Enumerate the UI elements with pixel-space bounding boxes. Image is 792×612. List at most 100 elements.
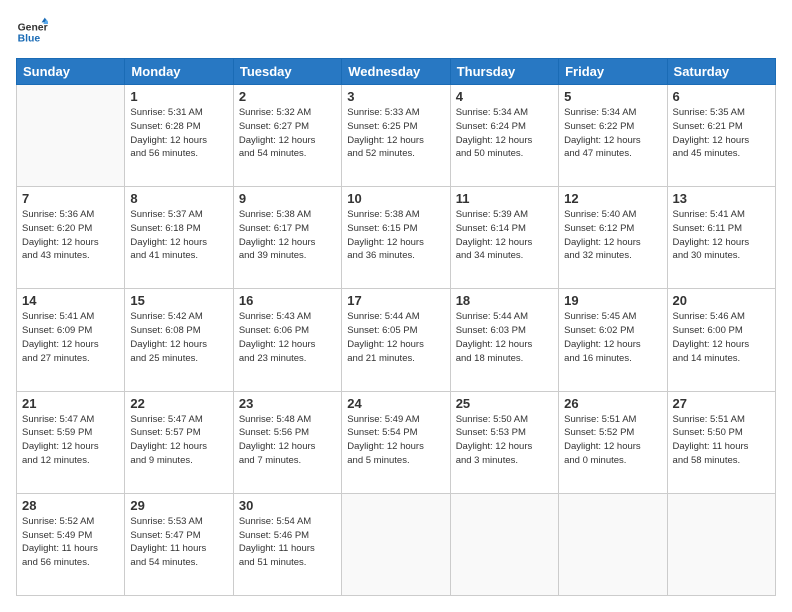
calendar-cell: 18Sunrise: 5:44 AM Sunset: 6:03 PM Dayli…	[450, 289, 558, 391]
calendar-cell: 5 Sunrise: 5:34 AM Sunset: 6:22 PM Daylig…	[559, 85, 667, 187]
day-info: Sunrise: 5:31 AM Sunset: 6:28 PM Dayligh…	[130, 106, 227, 161]
calendar-cell: 8Sunrise: 5:37 AM Sunset: 6:18 PM Daylig…	[125, 187, 233, 289]
day-info: Sunrise: 5:51 AM Sunset: 5:50 PM Dayligh…	[673, 413, 770, 468]
calendar-cell	[559, 493, 667, 595]
day-info: Sunrise: 5:34 AM Sunset: 6:24 PM Dayligh…	[456, 106, 553, 161]
day-number: 12	[564, 191, 661, 206]
calendar-cell: 10Sunrise: 5:38 AM Sunset: 6:15 PM Dayli…	[342, 187, 450, 289]
day-number: 8	[130, 191, 227, 206]
day-info: Sunrise: 5:42 AM Sunset: 6:08 PM Dayligh…	[130, 310, 227, 365]
calendar-cell: 22 Sunrise: 5:47 AM Sunset: 5:57 PM Dayli…	[125, 391, 233, 493]
day-info: Sunrise: 5:39 AM Sunset: 6:14 PM Dayligh…	[456, 208, 553, 263]
calendar-cell	[450, 493, 558, 595]
day-info: Sunrise: 5:48 AM Sunset: 5:56 PM Dayligh…	[239, 413, 336, 468]
calendar-cell: 13 Sunrise: 5:41 AM Sunset: 6:11 PM Dayli…	[667, 187, 775, 289]
day-number: 23	[239, 396, 336, 411]
calendar-cell: 2 Sunrise: 5:32 AM Sunset: 6:27 PM Daylig…	[233, 85, 341, 187]
calendar-cell: 30 Sunrise: 5:54 AM Sunset: 5:46 PM Dayli…	[233, 493, 341, 595]
svg-text:Blue: Blue	[18, 34, 41, 45]
calendar-cell: 27 Sunrise: 5:51 AM Sunset: 5:50 PM Dayli…	[667, 391, 775, 493]
calendar-cell: 28 Sunrise: 5:52 AM Sunset: 5:49 PM Dayli…	[17, 493, 125, 595]
day-info: Sunrise: 5:38 AM Sunset: 6:17 PM Dayligh…	[239, 208, 336, 263]
day-number: 20	[673, 293, 770, 308]
day-number: 30	[239, 498, 336, 513]
day-info: Sunrise: 5:38 AM Sunset: 6:15 PM Dayligh…	[347, 208, 444, 263]
day-number: 6	[673, 89, 770, 104]
column-header-wednesday: Wednesday	[342, 59, 450, 85]
logo-icon: General Blue	[16, 16, 48, 48]
calendar-cell: 14 Sunrise: 5:41 AM Sunset: 6:09 PM Dayli…	[17, 289, 125, 391]
column-header-thursday: Thursday	[450, 59, 558, 85]
calendar-cell: 29Sunrise: 5:53 AM Sunset: 5:47 PM Dayli…	[125, 493, 233, 595]
day-number: 5	[564, 89, 661, 104]
calendar-week-2: 7 Sunrise: 5:36 AM Sunset: 6:20 PM Daylig…	[17, 187, 776, 289]
day-info: Sunrise: 5:46 AM Sunset: 6:00 PM Dayligh…	[673, 310, 770, 365]
day-number: 21	[22, 396, 119, 411]
calendar-cell: 11 Sunrise: 5:39 AM Sunset: 6:14 PM Dayli…	[450, 187, 558, 289]
calendar-cell: 1Sunrise: 5:31 AM Sunset: 6:28 PM Daylig…	[125, 85, 233, 187]
day-info: Sunrise: 5:40 AM Sunset: 6:12 PM Dayligh…	[564, 208, 661, 263]
calendar-cell: 20 Sunrise: 5:46 AM Sunset: 6:00 PM Dayli…	[667, 289, 775, 391]
day-number: 22	[130, 396, 227, 411]
calendar-cell: 17 Sunrise: 5:44 AM Sunset: 6:05 PM Dayli…	[342, 289, 450, 391]
day-number: 3	[347, 89, 444, 104]
calendar-cell	[342, 493, 450, 595]
day-number: 4	[456, 89, 553, 104]
calendar-cell: 26Sunrise: 5:51 AM Sunset: 5:52 PM Dayli…	[559, 391, 667, 493]
day-info: Sunrise: 5:41 AM Sunset: 6:09 PM Dayligh…	[22, 310, 119, 365]
day-number: 14	[22, 293, 119, 308]
day-info: Sunrise: 5:41 AM Sunset: 6:11 PM Dayligh…	[673, 208, 770, 263]
day-number: 28	[22, 498, 119, 513]
calendar-cell	[667, 493, 775, 595]
calendar-cell: 24 Sunrise: 5:49 AM Sunset: 5:54 PM Dayli…	[342, 391, 450, 493]
day-number: 27	[673, 396, 770, 411]
day-info: Sunrise: 5:34 AM Sunset: 6:22 PM Dayligh…	[564, 106, 661, 161]
svg-text:General: General	[18, 22, 48, 33]
calendar-cell: 6 Sunrise: 5:35 AM Sunset: 6:21 PM Daylig…	[667, 85, 775, 187]
day-info: Sunrise: 5:47 AM Sunset: 5:57 PM Dayligh…	[130, 413, 227, 468]
day-number: 15	[130, 293, 227, 308]
day-number: 24	[347, 396, 444, 411]
calendar-cell: 4 Sunrise: 5:34 AM Sunset: 6:24 PM Daylig…	[450, 85, 558, 187]
day-number: 25	[456, 396, 553, 411]
calendar-cell: 7 Sunrise: 5:36 AM Sunset: 6:20 PM Daylig…	[17, 187, 125, 289]
calendar-cell: 16 Sunrise: 5:43 AM Sunset: 6:06 PM Dayli…	[233, 289, 341, 391]
calendar-cell: 9 Sunrise: 5:38 AM Sunset: 6:17 PM Daylig…	[233, 187, 341, 289]
day-info: Sunrise: 5:33 AM Sunset: 6:25 PM Dayligh…	[347, 106, 444, 161]
day-info: Sunrise: 5:32 AM Sunset: 6:27 PM Dayligh…	[239, 106, 336, 161]
day-number: 9	[239, 191, 336, 206]
calendar-week-1: 1Sunrise: 5:31 AM Sunset: 6:28 PM Daylig…	[17, 85, 776, 187]
calendar-week-3: 14 Sunrise: 5:41 AM Sunset: 6:09 PM Dayli…	[17, 289, 776, 391]
calendar-cell: 19 Sunrise: 5:45 AM Sunset: 6:02 PM Dayli…	[559, 289, 667, 391]
day-info: Sunrise: 5:44 AM Sunset: 6:05 PM Dayligh…	[347, 310, 444, 365]
day-info: Sunrise: 5:47 AM Sunset: 5:59 PM Dayligh…	[22, 413, 119, 468]
day-number: 19	[564, 293, 661, 308]
day-info: Sunrise: 5:43 AM Sunset: 6:06 PM Dayligh…	[239, 310, 336, 365]
day-info: Sunrise: 5:52 AM Sunset: 5:49 PM Dayligh…	[22, 515, 119, 570]
calendar-week-5: 28 Sunrise: 5:52 AM Sunset: 5:49 PM Dayli…	[17, 493, 776, 595]
day-number: 13	[673, 191, 770, 206]
day-info: Sunrise: 5:36 AM Sunset: 6:20 PM Dayligh…	[22, 208, 119, 263]
calendar-cell: 23 Sunrise: 5:48 AM Sunset: 5:56 PM Dayli…	[233, 391, 341, 493]
day-info: Sunrise: 5:35 AM Sunset: 6:21 PM Dayligh…	[673, 106, 770, 161]
day-info: Sunrise: 5:54 AM Sunset: 5:46 PM Dayligh…	[239, 515, 336, 570]
day-number: 17	[347, 293, 444, 308]
column-header-monday: Monday	[125, 59, 233, 85]
calendar-cell	[17, 85, 125, 187]
page-header: General Blue	[16, 16, 776, 48]
calendar-cell: 21 Sunrise: 5:47 AM Sunset: 5:59 PM Dayli…	[17, 391, 125, 493]
day-number: 7	[22, 191, 119, 206]
calendar-table: SundayMondayTuesdayWednesdayThursdayFrid…	[16, 58, 776, 596]
calendar-cell: 15 Sunrise: 5:42 AM Sunset: 6:08 PM Dayli…	[125, 289, 233, 391]
day-info: Sunrise: 5:49 AM Sunset: 5:54 PM Dayligh…	[347, 413, 444, 468]
day-number: 16	[239, 293, 336, 308]
calendar-week-4: 21 Sunrise: 5:47 AM Sunset: 5:59 PM Dayli…	[17, 391, 776, 493]
day-number: 2	[239, 89, 336, 104]
column-header-sunday: Sunday	[17, 59, 125, 85]
day-info: Sunrise: 5:45 AM Sunset: 6:02 PM Dayligh…	[564, 310, 661, 365]
day-info: Sunrise: 5:53 AM Sunset: 5:47 PM Dayligh…	[130, 515, 227, 570]
column-header-saturday: Saturday	[667, 59, 775, 85]
column-header-tuesday: Tuesday	[233, 59, 341, 85]
day-number: 11	[456, 191, 553, 206]
calendar-header-row: SundayMondayTuesdayWednesdayThursdayFrid…	[17, 59, 776, 85]
